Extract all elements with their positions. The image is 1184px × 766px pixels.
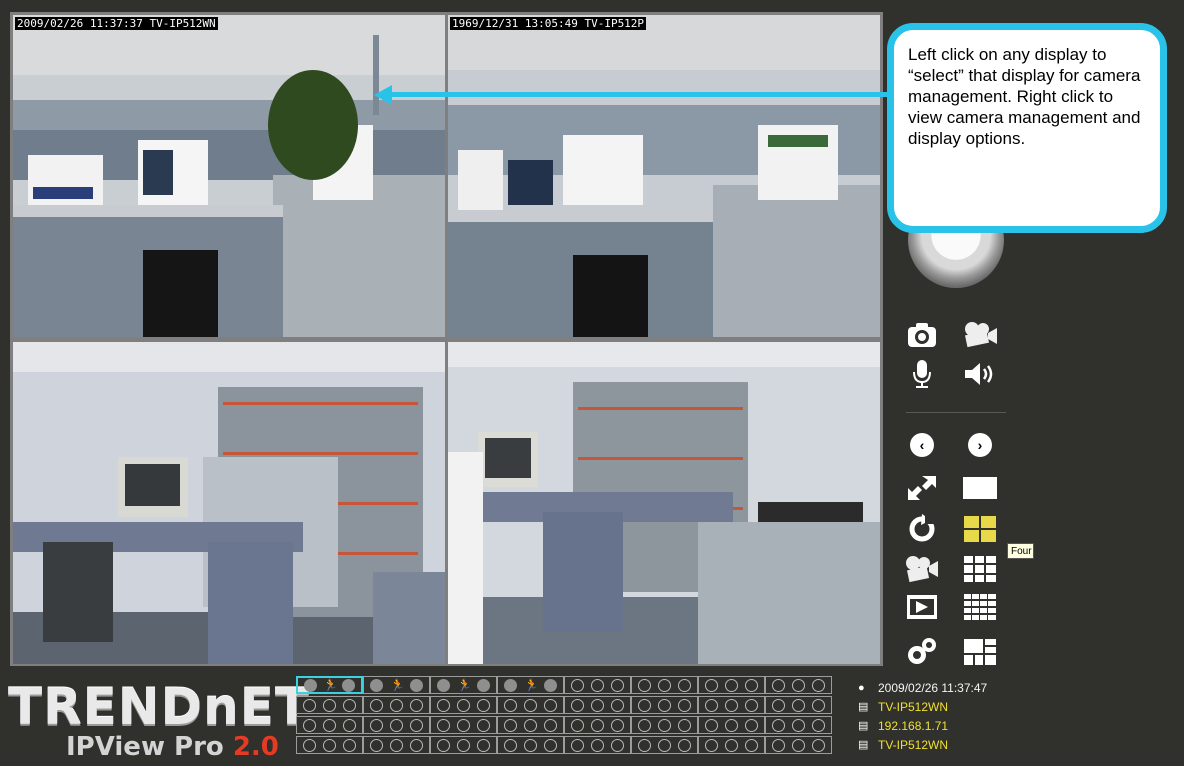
channel-indicator[interactable] — [765, 736, 832, 754]
channel-indicator[interactable] — [430, 716, 497, 734]
channel-indicator[interactable] — [363, 696, 430, 714]
record-video-icon[interactable] — [962, 320, 998, 350]
next-icon[interactable]: › — [962, 430, 998, 460]
callout-box: Left click on any display to “select” th… — [887, 23, 1167, 233]
status-camera-name: TV-IP512WN — [878, 699, 949, 714]
channel-indicator[interactable]: 🏃 — [430, 676, 497, 694]
indicator-row-3 — [296, 716, 832, 734]
channel-indicator[interactable] — [631, 736, 698, 754]
status-model-row: ▤ TV-IP512WN — [858, 735, 1058, 754]
callout-arrow-line — [390, 92, 887, 97]
settings-icon[interactable] — [904, 637, 940, 667]
channel-indicator[interactable] — [698, 736, 765, 754]
channel-indicator[interactable] — [564, 716, 631, 734]
callout-arrow-head — [374, 85, 392, 105]
product-name: IPView Pro 2.0 — [66, 732, 279, 762]
sixteen-screen-icon[interactable] — [962, 592, 998, 622]
channel-indicator[interactable] — [698, 676, 765, 694]
status-camera-row: ▤ TV-IP512WN — [858, 697, 1058, 716]
indicator-row-4 — [296, 736, 832, 754]
previous-icon[interactable]: ‹ — [904, 430, 940, 460]
channel-indicator[interactable] — [430, 736, 497, 754]
speaker-icon[interactable] — [962, 359, 998, 389]
channel-indicator[interactable] — [296, 696, 363, 714]
document-icon: ▤ — [858, 701, 869, 713]
indicator-row-2 — [296, 696, 832, 714]
channel-indicator[interactable] — [564, 736, 631, 754]
channel-indicator[interactable] — [296, 736, 363, 754]
brand-name: TRENDnET — [8, 678, 310, 736]
clock-icon: ● — [858, 681, 865, 694]
motion-icon: 🏃 — [389, 677, 405, 692]
channel-indicator[interactable] — [497, 716, 564, 734]
ipview-app: 2009/02/26 11:37:37 TV-IP512WN 1969/12/3… — [0, 0, 1184, 766]
channel-indicator[interactable] — [363, 736, 430, 754]
tooltip: Four scre — [1007, 543, 1034, 559]
microphone-icon[interactable] — [904, 359, 940, 389]
channel-indicator[interactable] — [698, 716, 765, 734]
document-icon: ▤ — [858, 739, 869, 751]
channel-indicator[interactable]: 🏃 — [497, 676, 564, 694]
channel-indicator[interactable] — [564, 696, 631, 714]
product-version: 2.0 — [232, 732, 279, 762]
office-scene-2 — [448, 15, 880, 337]
document-icon: ▤ — [858, 720, 869, 732]
office-scene-4 — [448, 342, 880, 664]
channel-indicator[interactable] — [363, 716, 430, 734]
trendnet-logo: TRENDnET IPView Pro 2.0 — [8, 676, 309, 766]
single-screen-icon[interactable] — [962, 473, 998, 503]
refresh-icon[interactable] — [904, 514, 940, 544]
four-screen-icon[interactable] — [962, 514, 998, 544]
camera-view-2[interactable]: 1969/12/31 13:05:49 TV-IP512P — [448, 15, 880, 337]
status-panel: ● 2009/02/26 11:37:47 ▤ TV-IP512WN ▤ 192… — [858, 678, 1058, 754]
channel-indicator[interactable] — [698, 696, 765, 714]
camera-view-4[interactable] — [448, 342, 880, 664]
status-datetime: 2009/02/26 11:37:47 — [878, 680, 988, 695]
motion-icon: 🏃 — [456, 677, 472, 692]
motion-icon: 🏃 — [323, 677, 338, 692]
status-ip-address: 192.168.1.71 — [878, 718, 949, 733]
view-timestamp: 1969/12/31 13:05:49 TV-IP512P — [450, 17, 647, 30]
fullscreen-icon[interactable] — [904, 473, 940, 503]
status-model: TV-IP512WN — [878, 737, 949, 752]
indicator-row-1: 🏃 🏃 🏃 🏃 — [296, 676, 832, 694]
nine-screen-icon[interactable] — [962, 554, 998, 584]
motion-icon: 🏃 — [523, 677, 539, 692]
channel-indicator[interactable] — [765, 716, 832, 734]
office-scene-1 — [13, 15, 445, 337]
camera-snapshot-icon[interactable] — [904, 320, 940, 350]
camera-view-1[interactable]: 2009/02/26 11:37:37 TV-IP512WN — [13, 15, 445, 337]
view-timestamp: 2009/02/26 11:37:37 TV-IP512WN — [15, 17, 218, 30]
panel-divider — [906, 412, 1006, 413]
channel-indicator[interactable] — [631, 676, 698, 694]
channel-indicator[interactable] — [765, 676, 832, 694]
custom-layout-icon[interactable] — [962, 637, 998, 667]
channel-indicator[interactable] — [631, 696, 698, 714]
product-title: IPView Pro — [66, 732, 224, 762]
camera-view-3[interactable] — [13, 342, 445, 664]
channel-indicator[interactable] — [497, 696, 564, 714]
status-datetime-row: ● 2009/02/26 11:37:47 — [858, 678, 1058, 697]
channel-indicator[interactable] — [296, 716, 363, 734]
channel-indicator[interactable] — [564, 676, 631, 694]
channel-indicator[interactable]: 🏃 — [363, 676, 430, 694]
video-player-icon[interactable] — [904, 592, 940, 622]
channel-indicator[interactable] — [497, 736, 564, 754]
video-grid: 2009/02/26 11:37:37 TV-IP512WN 1969/12/3… — [10, 12, 883, 666]
channel-indicator[interactable] — [631, 716, 698, 734]
playback-icon[interactable] — [904, 554, 940, 584]
channel-indicator-grid: 🏃 🏃 🏃 🏃 — [296, 676, 836, 762]
status-ip-row: ▤ 192.168.1.71 — [858, 716, 1058, 735]
office-scene-3 — [13, 342, 445, 664]
channel-indicator[interactable]: 🏃 — [296, 676, 363, 694]
channel-indicator[interactable] — [765, 696, 832, 714]
callout-text: Left click on any display to “select” th… — [908, 45, 1141, 148]
channel-indicator[interactable] — [430, 696, 497, 714]
